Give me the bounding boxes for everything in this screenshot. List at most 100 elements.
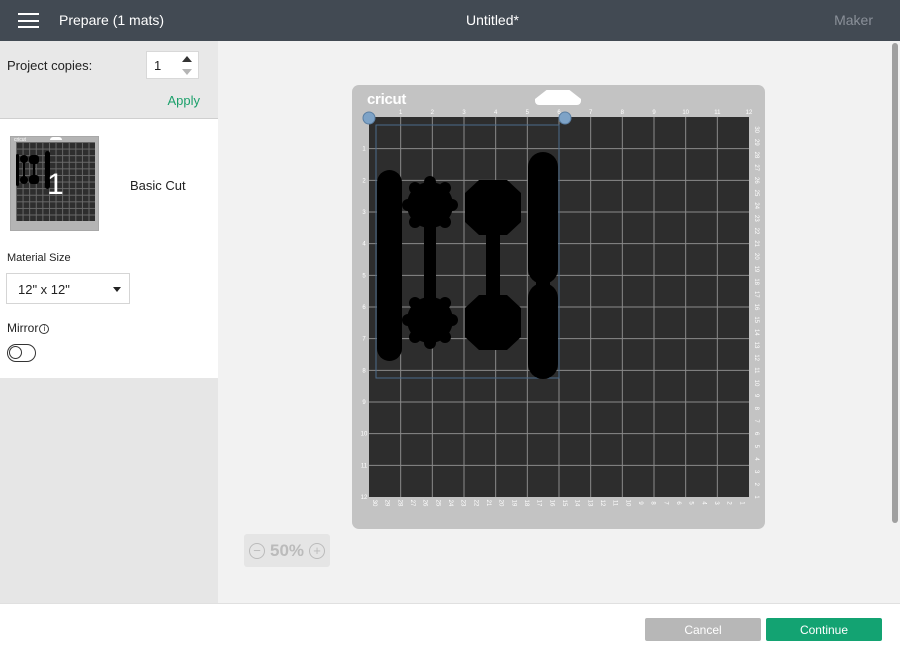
- mirror-label: Mirror i: [7, 321, 50, 335]
- shape-long-bar[interactable]: [377, 170, 402, 361]
- remove-handle-icon[interactable]: [362, 111, 376, 125]
- design-shapes[interactable]: [377, 152, 558, 379]
- continue-button[interactable]: Continue: [766, 618, 882, 641]
- ruler-label: 11: [714, 110, 721, 116]
- document-title: Untitled*: [466, 12, 519, 28]
- ruler-label: 19: [753, 266, 759, 273]
- project-copies-label: Project copies:: [7, 58, 93, 73]
- ruler-label: 12: [746, 110, 753, 116]
- ruler-label: 1: [753, 495, 759, 499]
- ruler-label: 11: [753, 367, 759, 374]
- ruler-label: 10: [682, 110, 689, 116]
- top-bar: Prepare (1 mats) Untitled* Maker: [0, 0, 900, 41]
- ruler-label: 25: [434, 500, 440, 507]
- ruler-label: 15: [753, 316, 759, 323]
- ruler-label: 9: [753, 394, 759, 398]
- ruler-label: 17: [753, 291, 759, 298]
- ruler-label: 20: [753, 253, 759, 260]
- ruler-label: 16: [753, 304, 759, 311]
- ruler-label: 4: [494, 110, 498, 116]
- ruler-label: 28: [753, 152, 759, 159]
- ruler-label: 27: [753, 164, 759, 171]
- ruler-label: 30: [371, 500, 377, 507]
- ruler-label: 28: [396, 500, 402, 507]
- ruler-label: 11: [361, 463, 368, 469]
- ruler-label: 8: [650, 501, 656, 505]
- ruler-label: 23: [460, 500, 466, 507]
- ruler-label: 27: [409, 500, 415, 507]
- ruler-label: 4: [753, 457, 759, 461]
- ruler-label: 9: [637, 501, 643, 505]
- ruler-label: 12: [753, 354, 759, 361]
- ruler-label: 15: [561, 500, 567, 507]
- ruler-label: 17: [536, 500, 542, 507]
- ruler-label: 5: [688, 501, 694, 505]
- ruler-label: 23: [753, 215, 759, 222]
- ruler-label: 10: [361, 432, 368, 438]
- project-copies-input[interactable]: 1: [146, 51, 199, 79]
- mat-preview: cricut 1 2 3 4 5 6 7 8 9 10 11 12 1 2 3 4 5 6 7 8 9 10 11 12 3…: [352, 85, 765, 529]
- ruler-label: 10: [624, 500, 630, 507]
- project-copies-value[interactable]: 1: [154, 58, 161, 73]
- mat-overlay: 1 2 3 4 5 6 7 8 9 10 11 12 123456789101112 30292827…: [361, 110, 759, 507]
- ruler-label: 3: [362, 210, 366, 216]
- mirror-label-text: Mirror: [7, 321, 39, 335]
- ruler-label: 9: [652, 110, 656, 116]
- mat-label: Basic Cut: [130, 178, 186, 193]
- ruler-label: 26: [753, 177, 759, 184]
- left-panel: Project copies: 1 Apply cricut 1 Basic C…: [0, 41, 218, 603]
- mat-number: 1: [47, 168, 64, 201]
- ruler-label: 8: [753, 407, 759, 411]
- left-ruler: 123456789101112: [361, 147, 368, 501]
- ruler-label: 1: [399, 110, 403, 116]
- project-copies-section: Project copies: 1 Apply: [0, 41, 218, 119]
- ruler-label: 18: [523, 500, 529, 507]
- ruler-label: 2: [753, 483, 759, 487]
- decrement-icon[interactable]: [182, 69, 192, 75]
- mirror-toggle[interactable]: [7, 344, 36, 362]
- info-icon[interactable]: i: [39, 324, 50, 334]
- zoom-level: 50%: [270, 541, 305, 560]
- ruler-label: 12: [599, 500, 605, 507]
- shape-hex-dumbbell[interactable]: [465, 180, 521, 350]
- cancel-button[interactable]: Cancel: [645, 618, 761, 641]
- apply-button[interactable]: Apply: [167, 93, 200, 108]
- ruler-label: 26: [422, 500, 428, 507]
- ruler-label: 25: [753, 190, 759, 197]
- ruler-label: 30: [753, 126, 759, 133]
- ruler-label: 3: [462, 110, 466, 116]
- mat-thumbnail-notch: [50, 137, 62, 140]
- zoom-in-button[interactable]: +: [309, 543, 325, 559]
- ruler-label: 9: [362, 400, 366, 406]
- ruler-label: 24: [447, 500, 453, 507]
- ruler-label: 24: [753, 202, 759, 209]
- ruler-label: 29: [753, 139, 759, 146]
- increment-icon[interactable]: [182, 56, 192, 62]
- ruler-label: 2: [362, 178, 366, 184]
- ruler-label: 7: [362, 337, 366, 343]
- ruler-label: 8: [362, 368, 366, 374]
- menu-icon[interactable]: [18, 13, 39, 28]
- ruler-label: 22: [753, 228, 759, 235]
- bottom-ruler: 30 29 28 27 26 25 24 23 22 21 20 19 18 17 16 15 14 13 12 11…: [371, 500, 744, 507]
- ruler-label: 4: [700, 501, 706, 505]
- ruler-label: 13: [586, 500, 592, 507]
- ruler-label: 13: [753, 342, 759, 349]
- machine-selector[interactable]: Maker: [834, 12, 873, 28]
- ruler-label: 2: [726, 501, 732, 505]
- ruler-label: 16: [548, 500, 554, 507]
- ruler-label: 1: [362, 147, 366, 153]
- page-title: Prepare (1 mats): [59, 12, 165, 28]
- material-size-select[interactable]: 12" x 12": [6, 273, 130, 304]
- ruler-label: 19: [510, 500, 516, 507]
- right-ruler: 3029282726252423222120191817161514131211…: [753, 126, 759, 499]
- mat-thumbnail[interactable]: cricut 1: [10, 136, 99, 231]
- ruler-label: 18: [753, 278, 759, 285]
- shape-scalloped-dumbbell[interactable]: [402, 176, 458, 349]
- zoom-out-button[interactable]: −: [249, 543, 265, 559]
- shape-thin-dumbbell[interactable]: [528, 152, 558, 379]
- ruler-label: 20: [498, 500, 504, 507]
- ruler-label: 1: [738, 501, 744, 505]
- vertical-scrollbar[interactable]: [892, 43, 898, 523]
- rotate-handle-icon[interactable]: [558, 111, 572, 125]
